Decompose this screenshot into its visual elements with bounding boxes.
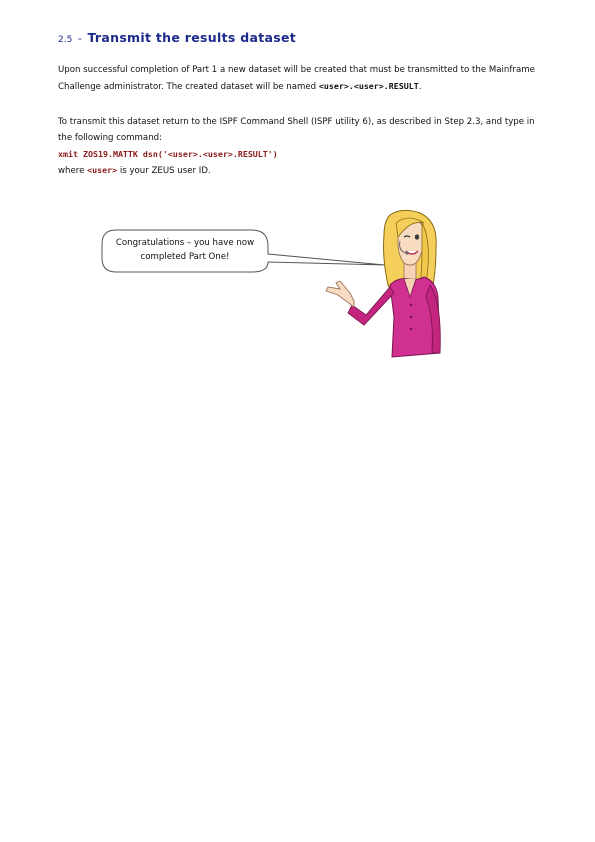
instruction-text: To transmit this dataset return to the I…: [58, 117, 535, 143]
where-line: where <user> is your ZEUS user ID.: [58, 162, 538, 179]
xmit-command: xmit ZOS19.MATTK dsn('<user>.<user>.RESU…: [58, 149, 278, 159]
paragraph-dataset-info: Upon successful completion of Part 1 a n…: [58, 62, 538, 95]
section-title: Transmit the results dataset: [87, 30, 297, 45]
section-dash: -: [77, 32, 82, 45]
speech-bubble-text: Congratulations – you have now completed…: [115, 238, 255, 262]
paragraph-text: Upon successful completion of Part 1 a n…: [58, 65, 535, 92]
section-heading: 2.5 - Transmit the results dataset: [58, 27, 296, 46]
dataset-name: <user>.<user>.RESULT: [318, 81, 419, 91]
section-number: 2.5: [58, 35, 73, 45]
paragraph-end: .: [418, 82, 422, 92]
where-suffix: is your ZEUS user ID.: [117, 166, 211, 176]
where-user-token: <user>: [87, 165, 118, 175]
cartoon-woman-illustration: [325, 209, 441, 358]
paragraph-transmit-instructions: To transmit this dataset return to the I…: [58, 114, 538, 179]
where-prefix: where: [58, 166, 88, 176]
